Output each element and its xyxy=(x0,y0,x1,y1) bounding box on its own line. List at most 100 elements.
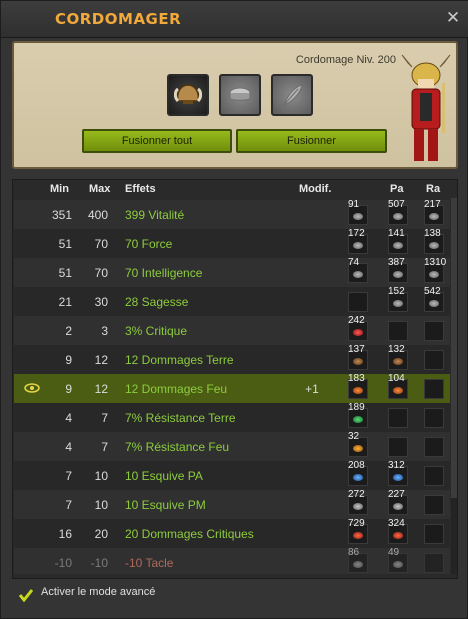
rune-ba-slot[interactable]: 242 xyxy=(348,315,368,341)
rune-pa-slot[interactable]: 141 xyxy=(388,228,408,254)
rune-ba-slot[interactable]: 208 xyxy=(348,460,368,486)
fuse-all-button[interactable]: Fusionner tout xyxy=(82,129,232,153)
table-row[interactable]: -10 -10 -10 Tacle 86 49 xyxy=(14,547,450,574)
table-row[interactable]: 9 12 12 Dommages Terre 137 132 xyxy=(14,344,450,374)
max-value: 70 xyxy=(94,237,108,251)
table-row[interactable]: 7 10 10 Esquive PA 208 312 xyxy=(14,460,450,490)
min-value: 2 xyxy=(65,324,72,338)
checkmark-icon[interactable] xyxy=(18,587,34,603)
close-icon[interactable]: ✕ xyxy=(443,8,463,28)
crafting-panel: Cordomage Niv. 200 Fusionner tout Fusion… xyxy=(12,41,458,169)
rune-ra-slot[interactable]: 1310 xyxy=(424,257,446,283)
rune-gem-icon xyxy=(353,329,363,336)
effect-value: 10 Esquive PM xyxy=(125,498,206,512)
rune-gem-icon xyxy=(393,242,403,249)
effects-table: Min Max Effets Modif. Pa Ra 351 400 399 … xyxy=(12,179,458,579)
rune-ra-slot[interactable]: 138 xyxy=(424,228,444,254)
rune-pa-count: 227 xyxy=(388,489,405,500)
rune-ra-slot[interactable] xyxy=(424,495,444,515)
rune-ra-slot[interactable] xyxy=(424,350,444,370)
min-value: 51 xyxy=(58,237,72,251)
effect-value: 10 Esquive PA xyxy=(125,469,203,483)
table-row[interactable]: 51 70 70 Intelligence 74 387 1310 xyxy=(14,257,450,287)
rune-ba-slot[interactable]: 189 xyxy=(348,402,368,428)
effect-value: 70 Intelligence xyxy=(125,266,203,280)
rune-ba-count: 183 xyxy=(348,373,365,384)
table-row-selected[interactable]: 9 12 12 Dommages Feu +1 183 104 xyxy=(14,373,450,403)
rune-pa-slot[interactable]: 132 xyxy=(388,344,408,370)
item-slot[interactable] xyxy=(167,74,209,116)
scrollbar[interactable] xyxy=(451,198,457,574)
rune-ba-slot[interactable] xyxy=(348,292,368,312)
effect-value: -10 Tacle xyxy=(125,556,174,570)
col-modif: Modif. xyxy=(299,183,332,195)
rune-gem-icon xyxy=(393,387,403,394)
rune-pa-slot[interactable]: 312 xyxy=(388,460,408,486)
rune-pa-count: 104 xyxy=(388,373,405,384)
max-value: 7 xyxy=(101,411,108,425)
rune-gem-icon xyxy=(429,242,439,249)
rune-ba-slot[interactable]: 137 xyxy=(348,344,368,370)
rune-ra-slot[interactable] xyxy=(424,466,444,486)
rune-ba-count: 172 xyxy=(348,228,365,239)
table-row[interactable]: 21 30 28 Sagesse 152 542 xyxy=(14,286,450,316)
min-value: 9 xyxy=(65,353,72,367)
title-bar[interactable]: CORDOMAGER ✕ xyxy=(1,1,468,38)
table-row[interactable]: 51 70 70 Force 172 141 138 xyxy=(14,228,450,258)
table-row[interactable]: 2 3 3% Critique 242 xyxy=(14,315,450,345)
rune-ra-slot[interactable]: 542 xyxy=(424,286,444,312)
rune-slot[interactable] xyxy=(219,74,261,116)
rune-gem-icon xyxy=(353,358,363,365)
table-row[interactable]: 4 7 7% Résistance Feu 32 xyxy=(14,431,450,461)
rune-gem-icon xyxy=(393,300,403,307)
table-row[interactable]: 351 400 399 Vitalité 91 507 217 xyxy=(14,199,450,229)
potion-slot[interactable] xyxy=(271,74,313,116)
table-row[interactable]: 7 10 10 Esquive PM 272 227 xyxy=(14,489,450,519)
horned-helmet-item-icon xyxy=(174,84,202,104)
rune-ba-slot[interactable]: 32 xyxy=(348,431,368,457)
rune-pa-slot[interactable]: 324 xyxy=(388,518,408,544)
rune-pa-slot[interactable]: 227 xyxy=(388,489,408,515)
rune-ba-count: 32 xyxy=(348,431,360,442)
rune-ba-slot[interactable]: 729 xyxy=(348,518,368,544)
min-value: 51 xyxy=(58,266,72,280)
rune-gem-icon xyxy=(393,561,403,568)
rune-ba-slot[interactable]: 86 xyxy=(348,547,368,573)
rune-ba-slot[interactable]: 91 xyxy=(348,199,368,225)
rune-pa-slot[interactable] xyxy=(388,321,408,341)
fuse-button[interactable]: Fusionner xyxy=(236,129,387,153)
rune-pa-slot[interactable]: 104 xyxy=(388,373,408,399)
rune-ra-slot[interactable] xyxy=(424,408,444,428)
rune-ba-slot[interactable]: 172 xyxy=(348,228,368,254)
rune-gem-icon xyxy=(429,300,439,307)
rune-gem-icon xyxy=(353,416,363,423)
rune-ba-slot[interactable]: 183 xyxy=(348,373,368,399)
rune-ba-slot[interactable]: 272 xyxy=(348,489,368,515)
min-value: 4 xyxy=(65,440,72,454)
max-value: 10 xyxy=(94,469,108,483)
rune-ra-slot[interactable] xyxy=(424,524,444,544)
table-row[interactable]: 4 7 7% Résistance Terre 189 xyxy=(14,402,450,432)
rune-ba-slot[interactable]: 74 xyxy=(348,257,368,283)
rune-ra-slot[interactable] xyxy=(424,321,444,341)
rune-ra-slot[interactable] xyxy=(424,379,444,399)
rune-pa-count: 132 xyxy=(388,344,405,355)
rune-pa-count: 324 xyxy=(388,518,405,529)
rune-pa-slot[interactable]: 387 xyxy=(388,257,408,283)
advanced-mode-label[interactable]: Activer le mode avancé xyxy=(41,586,155,598)
rune-pa-slot[interactable]: 507 xyxy=(388,199,408,225)
profession-level: Cordomage Niv. 200 xyxy=(295,54,396,66)
scrollbar-thumb[interactable] xyxy=(451,198,457,498)
rune-ra-slot[interactable] xyxy=(424,553,444,573)
table-row[interactable]: 16 20 20 Dommages Critiques 729 324 xyxy=(14,518,450,548)
effect-value: 70 Force xyxy=(125,237,173,251)
rune-ra-slot[interactable]: 217 xyxy=(424,199,444,225)
rune-ba-count: 242 xyxy=(348,315,365,326)
min-value: 4 xyxy=(65,411,72,425)
rune-ra-slot[interactable] xyxy=(424,437,444,457)
rune-pa-slot[interactable] xyxy=(388,408,408,428)
rune-pa-slot[interactable]: 152 xyxy=(388,286,408,312)
rune-pa-slot[interactable] xyxy=(388,437,408,457)
rune-pa-count: 141 xyxy=(388,228,405,239)
rune-pa-slot[interactable]: 49 xyxy=(388,547,408,573)
